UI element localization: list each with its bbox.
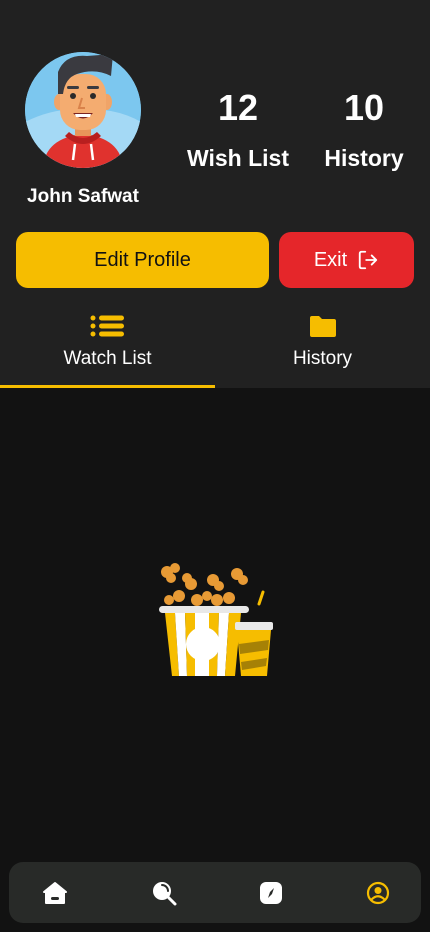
history-count: 10 [343,87,385,128]
bottom-navigation [9,862,421,923]
tab-watch-list-label: Watch List [63,348,152,369]
exit-button[interactable]: Exit [279,232,414,288]
profile-header: John Safwat 12 Wish List 10 History Edit… [0,0,430,388]
wish-list-label: Wish List [186,145,290,171]
cartoon-man-avatar-icon [25,52,141,168]
nav-home[interactable] [41,879,69,907]
compass-icon [260,882,282,904]
profile-icon [366,881,390,905]
history-stat[interactable]: 10 History [316,88,412,172]
nav-search[interactable] [150,879,178,907]
avatar[interactable] [25,52,141,168]
home-icon [43,882,67,904]
wish-list-count: 12 [217,87,259,128]
active-tab-indicator [0,385,215,388]
tab-watch-list[interactable]: Watch List [0,312,215,388]
nav-profile[interactable] [364,879,392,907]
tab-history[interactable]: History [215,312,430,388]
logout-icon [359,250,378,270]
tab-history-label: History [292,348,353,369]
popcorn-drink-icon [159,563,273,676]
edit-profile-button[interactable]: Edit Profile [16,232,269,288]
wish-list-stat[interactable]: 12 Wish List [180,88,296,172]
folder-icon [309,316,336,337]
user-name: John Safwat [27,186,139,207]
exit-label: Exit [313,248,348,271]
empty-state-illustration [155,560,277,680]
search-icon [153,882,177,906]
list-icon [90,315,124,337]
history-label: History [324,145,404,171]
edit-profile-label: Edit Profile [94,248,191,271]
nav-browse[interactable] [257,879,285,907]
